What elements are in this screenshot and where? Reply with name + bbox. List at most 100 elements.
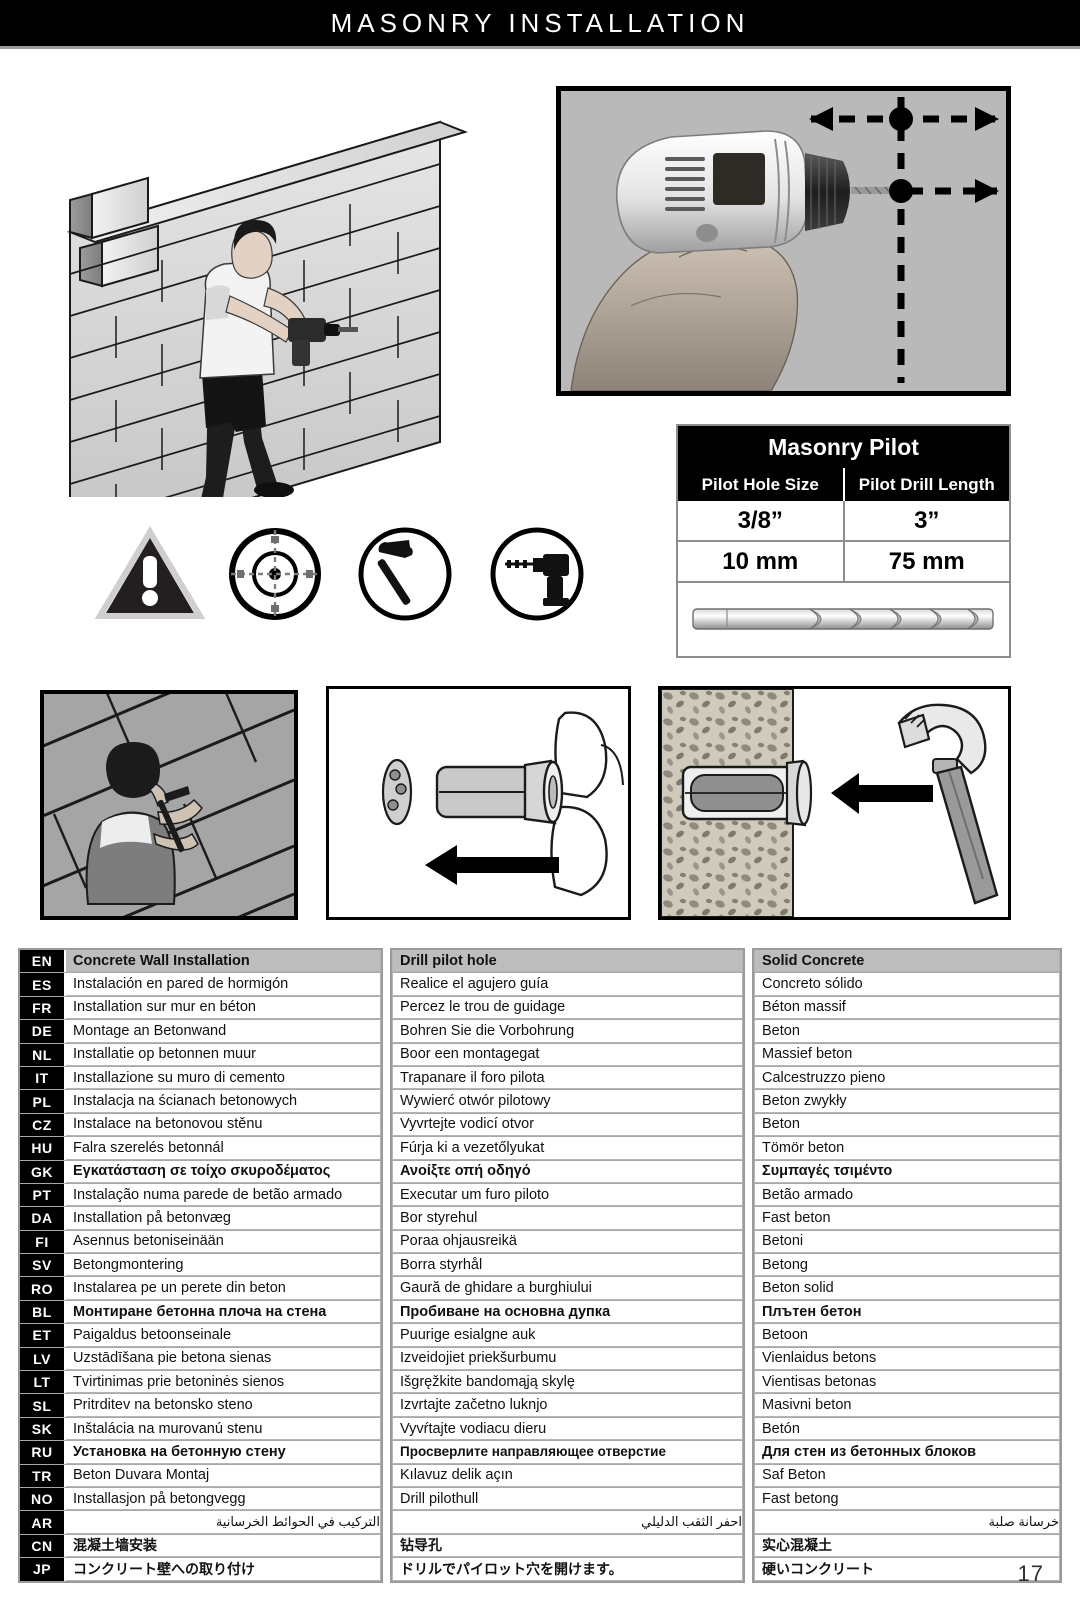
translation-text: Béton massif xyxy=(754,996,1060,1020)
translation-text: Betoni xyxy=(754,1230,1060,1254)
translation-text: Bohren Sie die Vorbohrung xyxy=(392,1020,743,1043)
translation-text: Betão armado xyxy=(754,1183,1060,1207)
translation-text: Realice el agujero guía xyxy=(392,973,743,996)
target-crosshair-icon xyxy=(225,524,325,629)
translation-text: Instalace na betonovou stěnu xyxy=(66,1113,381,1137)
translation-text: Inštalácia na murovanú stenu xyxy=(66,1417,381,1441)
table-row: RO Instalarea pe un perete din beton xyxy=(20,1277,381,1301)
pilot-table-title: Masonry Pilot xyxy=(678,426,1009,468)
translation-text: Vyvrtejte vodicí otvor xyxy=(392,1113,743,1137)
translation-text: Tvirtinimas prie betoninės sienos xyxy=(66,1371,381,1394)
translation-text: Vyvŕtajte vodiacu dieru xyxy=(392,1417,743,1441)
table-row: DE Montage an Betonwand xyxy=(20,1020,381,1044)
table-row: FR Installation sur mur en béton xyxy=(20,996,381,1021)
language-code: TR xyxy=(20,1464,66,1487)
lang-column-concrete-wall-installation: EN Concrete Wall Installation ES Instalació… xyxy=(18,948,383,1583)
table-row: Izveidojiet priekšurbumu xyxy=(392,1347,743,1372)
pilot-row-imperial: 3/8” 3” xyxy=(678,501,1009,542)
translation-text: Executar um furo piloto xyxy=(392,1183,743,1207)
page-number: 17 xyxy=(1017,1560,1044,1586)
table-row: RU Установка на бетонную стену xyxy=(20,1441,381,1465)
table-row: Išgręžkite bandomąją skylę xyxy=(392,1371,743,1395)
manual-page: MASONRY INSTALLATION Masonry Pilot Pilot… xyxy=(0,0,1080,1618)
table-row: CZ Instalace na betonovou stěnu xyxy=(20,1113,381,1138)
translation-text: التركيب في الحوائط الخرسانية xyxy=(66,1511,381,1534)
translation-text: Beton xyxy=(754,1020,1060,1043)
translation-text: Installatie op betonnen muur xyxy=(66,1043,381,1066)
pilot-hole-size-metric: 10 mm xyxy=(678,542,845,581)
language-code: PL xyxy=(20,1090,66,1113)
table-row: ドリルでパイロット穴を開けます。 xyxy=(392,1558,743,1581)
language-code: HU xyxy=(20,1137,66,1160)
language-code: LT xyxy=(20,1371,66,1394)
table-row: Ανοίξτε οπή οδηγό xyxy=(392,1160,743,1184)
header-divider xyxy=(0,46,1080,49)
translation-text: Drill pilot hole xyxy=(392,950,743,973)
masonry-pilot-table: Masonry Pilot Pilot Hole Size Pilot Dril… xyxy=(676,424,1011,658)
translation-text: Installasjon på betongvegg xyxy=(66,1487,381,1511)
language-code: RO xyxy=(20,1277,66,1300)
translation-text: Poraa ohjausreikä xyxy=(392,1230,743,1254)
translation-text: Fúrja ki a vezetőlyukat xyxy=(392,1137,743,1160)
translation-text: Saf Beton xyxy=(754,1464,1060,1487)
table-row: LV Uzstādīšana pie betona sienas xyxy=(20,1347,381,1372)
translation-text: Falra szerelés betonnál xyxy=(66,1137,381,1160)
table-row: Fast beton xyxy=(754,1207,1060,1231)
table-row: SL Pritrditev na betonsko steno xyxy=(20,1394,381,1418)
table-row: Realice el agujero guía xyxy=(392,973,743,997)
table-row: Izvrtajte začetno luknjo xyxy=(392,1394,743,1418)
translation-text: Для стен из бетонных блоков xyxy=(754,1441,1060,1464)
photo-drill-crosshair xyxy=(556,86,1011,396)
language-code: RU xyxy=(20,1441,66,1464)
pilot-drill-length-header: Pilot Drill Length xyxy=(858,474,995,494)
table-row: Executar um furo piloto xyxy=(392,1183,743,1208)
translation-text: Betoon xyxy=(754,1324,1060,1347)
table-row: Drill pilothull xyxy=(392,1487,743,1512)
language-code: SV xyxy=(20,1254,66,1277)
table-row: SV Betongmontering xyxy=(20,1254,381,1278)
translation-text: Solid Concrete xyxy=(754,950,1060,973)
language-code: NO xyxy=(20,1487,66,1511)
translation-text: Puurige esialgne auk xyxy=(392,1324,743,1347)
translation-text: Calcestruzzo pieno xyxy=(754,1066,1060,1090)
translation-text: 硬いコンクリート xyxy=(754,1558,1060,1581)
illustration-hammering-wall xyxy=(40,690,298,920)
language-code: FI xyxy=(20,1230,66,1254)
table-row: BL Монтиране бетонна плоча на стена xyxy=(20,1300,381,1325)
translation-text: コンクリート壁への取り付け xyxy=(66,1558,381,1581)
table-row: Fúrja ki a vezetőlyukat xyxy=(392,1137,743,1161)
translation-text: Пробиване на основна дупка xyxy=(392,1300,743,1324)
table-row: AR التركيب في الحوائط الخرسانية xyxy=(20,1511,381,1535)
table-row: Для стен из бетонных блоков xyxy=(754,1441,1060,1465)
table-row: Vyvŕtajte vodiacu dieru xyxy=(392,1417,743,1442)
pilot-hole-size-imperial: 3/8” xyxy=(678,501,845,540)
translation-text: Asennus betoniseinään xyxy=(66,1230,381,1254)
table-row: Percez le trou de guidage xyxy=(392,996,743,1021)
translation-text: Massief beton xyxy=(754,1043,1060,1066)
language-code: DE xyxy=(20,1020,66,1043)
translation-text: Betongmontering xyxy=(66,1254,381,1277)
translation-text: Installazione su muro di cemento xyxy=(66,1066,381,1090)
language-code: FR xyxy=(20,996,66,1020)
table-row: Плътен бетон xyxy=(754,1300,1060,1325)
page-header: MASONRY INSTALLATION xyxy=(0,0,1080,46)
translation-text: Συμπαγές τσιμέντο xyxy=(754,1160,1060,1183)
table-row: NL Installatie op betonnen muur xyxy=(20,1043,381,1067)
table-row: Beton xyxy=(754,1020,1060,1044)
translation-text: Izveidojiet priekšurbumu xyxy=(392,1347,743,1371)
translation-text: Betón xyxy=(754,1417,1060,1441)
language-code: SL xyxy=(20,1394,66,1417)
table-row: Просверлите направляющее отверстие xyxy=(392,1441,743,1465)
translation-text: Beton xyxy=(754,1113,1060,1137)
table-row: Trapanare il foro pilota xyxy=(392,1066,743,1091)
pilot-drill-length-imperial: 3” xyxy=(914,506,940,534)
translation-text: 钻导孔 xyxy=(392,1534,743,1558)
table-row: Betón xyxy=(754,1417,1060,1442)
translation-text: Vientisas betonas xyxy=(754,1371,1060,1394)
translation-text: Fast betong xyxy=(754,1487,1060,1511)
language-code: JP xyxy=(20,1558,66,1581)
translation-text: Installation på betonvæg xyxy=(66,1207,381,1230)
translation-text: Beton zwykły xyxy=(754,1090,1060,1113)
translation-text: Beton solid xyxy=(754,1277,1060,1300)
pilot-hole-size-header: Pilot Hole Size xyxy=(678,468,845,501)
